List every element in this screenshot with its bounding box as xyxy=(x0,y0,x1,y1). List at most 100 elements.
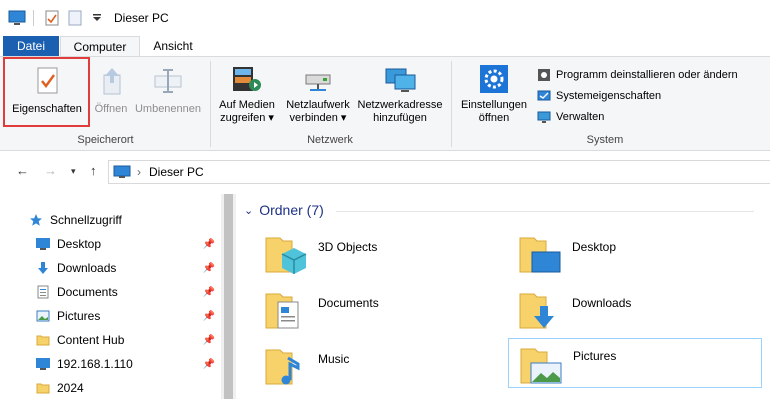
settings-label-1: Einstellungen xyxy=(460,99,528,111)
group-title: Ordner (7) xyxy=(259,202,324,218)
collapse-chevron-icon[interactable]: ⌄ xyxy=(244,204,253,217)
group-divider xyxy=(210,61,211,147)
open-icon xyxy=(103,68,121,95)
folder-label: Downloads xyxy=(572,296,632,310)
pin-icon[interactable]: 📌 xyxy=(203,359,215,370)
settings-label-2: öffnen xyxy=(478,112,510,124)
uninstall-program-button[interactable]: Programm deinstallieren oder ändern xyxy=(536,66,738,84)
folder-tile-music[interactable]: Music xyxy=(262,342,502,394)
nav-item-pictures[interactable]: Pictures 📌 xyxy=(35,305,221,327)
nav-item-downloads[interactable]: Downloads 📌 xyxy=(35,257,221,279)
system-properties-icon xyxy=(536,88,552,104)
nav-item-label: Content Hub xyxy=(57,333,125,347)
pin-icon[interactable]: 📌 xyxy=(203,239,215,250)
forward-arrow-icon[interactable]: → xyxy=(44,163,57,178)
pin-icon[interactable]: 📌 xyxy=(203,335,215,346)
folder-tile-pictures[interactable]: Pictures xyxy=(508,338,762,388)
system-properties-button[interactable]: Systemeigenschaften xyxy=(536,87,661,105)
tab-computer[interactable]: Computer xyxy=(60,36,140,57)
scrollbar-thumb[interactable] xyxy=(224,194,233,399)
network-computer-icon xyxy=(35,356,51,372)
nav-item-network-host[interactable]: 192.168.1.110 📌 xyxy=(35,353,221,375)
access-media-button[interactable]: Auf Medien zugreifen ▾ xyxy=(214,63,280,125)
nav-item-label: 192.168.1.110 xyxy=(57,357,133,371)
folder-label: Documents xyxy=(318,296,379,310)
computer-icon[interactable] xyxy=(8,9,26,27)
nav-item-label: Pictures xyxy=(57,309,101,323)
up-arrow-icon[interactable]: ↑ xyxy=(90,163,97,178)
properties-icon xyxy=(37,67,58,94)
tab-view[interactable]: Ansicht xyxy=(140,36,206,57)
music-folder-icon xyxy=(265,349,300,385)
toolbar-divider xyxy=(33,10,34,26)
nav-item-documents[interactable]: Documents 📌 xyxy=(35,281,221,303)
map-drive-label-1: Netzlaufwerk xyxy=(286,99,350,111)
rename-button[interactable]: Umbenennen xyxy=(132,65,204,116)
add-location-label-2: hinzufügen xyxy=(373,112,427,124)
desktop-icon xyxy=(35,236,51,252)
pin-icon[interactable]: 📌 xyxy=(203,311,215,322)
star-icon xyxy=(28,212,44,228)
pictures-icon xyxy=(35,308,51,324)
nav-pane-scrollbar[interactable] xyxy=(221,194,236,399)
recent-locations-chevron-icon[interactable]: ▾ xyxy=(71,166,76,177)
open-button[interactable]: Öffnen xyxy=(90,65,132,116)
map-network-drive-button[interactable]: Netzlaufwerk verbinden ▾ xyxy=(282,63,354,125)
nav-item-label: Documents xyxy=(57,285,118,299)
nav-item-desktop[interactable]: Desktop 📌 xyxy=(35,233,221,255)
computer-icon xyxy=(113,165,131,182)
network-drive-icon xyxy=(305,74,331,91)
open-label: Öffnen xyxy=(94,103,128,115)
customize-quick-access-icon[interactable] xyxy=(88,9,106,27)
window-title: Dieser PC xyxy=(114,11,169,25)
nav-item-label: 2024 xyxy=(57,381,84,395)
uninstall-icon xyxy=(536,67,552,83)
nav-quick-access-label: Schnellzugriff xyxy=(50,213,122,227)
folder-tile-downloads[interactable]: Downloads xyxy=(516,286,756,338)
folder-label: Music xyxy=(318,352,350,366)
new-folder-quick-icon[interactable] xyxy=(66,9,84,27)
ribbon: Eigenschaften Öffnen Umbenennen Speicher… xyxy=(0,56,770,151)
breadcrumb-this-pc[interactable]: Dieser PC xyxy=(149,165,204,179)
nav-item-label: Downloads xyxy=(57,261,117,275)
rename-label: Umbenennen xyxy=(134,103,202,115)
properties-label: Eigenschaften xyxy=(12,103,82,115)
folder-tile-documents[interactable]: Documents xyxy=(262,286,502,338)
folder-label: 3D Objects xyxy=(318,240,378,254)
navigation-bar: ← → ▾ ↑ › Dieser PC xyxy=(0,152,770,190)
add-location-label-1: Netzwerkadresse xyxy=(357,99,443,111)
folder-icon xyxy=(35,380,51,396)
properties-quick-icon[interactable] xyxy=(43,9,61,27)
downloads-folder-icon xyxy=(519,293,554,329)
pictures-folder-icon xyxy=(520,348,562,384)
manage-button[interactable]: Verwalten xyxy=(536,108,604,126)
nav-item-2024[interactable]: 2024 xyxy=(35,377,221,399)
network-location-icon xyxy=(385,68,416,92)
pin-icon[interactable]: 📌 xyxy=(203,263,215,274)
uninstall-label: Programm deinstallieren oder ändern xyxy=(556,69,738,81)
folder-label: Desktop xyxy=(572,240,617,254)
add-network-location-button[interactable]: Netzwerkadresse hinzufügen xyxy=(354,63,446,125)
gear-icon xyxy=(480,65,508,93)
title-bar: Dieser PC xyxy=(0,0,770,34)
documents-folder-icon xyxy=(265,293,299,329)
folder-tile-3d-objects[interactable]: 3D Objects xyxy=(262,230,502,282)
nav-item-content-hub[interactable]: Content Hub 📌 xyxy=(35,329,221,351)
pin-icon[interactable]: 📌 xyxy=(203,287,215,298)
map-drive-label-2: verbinden ▾ xyxy=(289,112,347,124)
group-header-folders[interactable]: ⌄ Ordner (7) xyxy=(244,202,324,218)
address-bar[interactable]: › Dieser PC xyxy=(108,160,770,184)
content-pane: ⌄ Ordner (7) 3D Objects Desktop Document… xyxy=(236,194,770,399)
properties-button[interactable]: Eigenschaften xyxy=(8,65,86,116)
group-divider xyxy=(451,61,452,147)
folder-label: Pictures xyxy=(573,349,617,363)
downloads-icon xyxy=(35,260,51,276)
access-media-label-2: zugreifen ▾ xyxy=(220,112,274,124)
tab-file[interactable]: Datei xyxy=(3,36,59,57)
media-icon xyxy=(233,67,261,91)
folder-tile-desktop[interactable]: Desktop xyxy=(516,230,756,282)
back-arrow-icon[interactable]: ← xyxy=(16,163,29,178)
open-settings-button[interactable]: Einstellungen öffnen xyxy=(455,63,533,125)
folder-icon xyxy=(35,332,51,348)
nav-quick-access[interactable]: Schnellzugriff xyxy=(28,209,214,231)
